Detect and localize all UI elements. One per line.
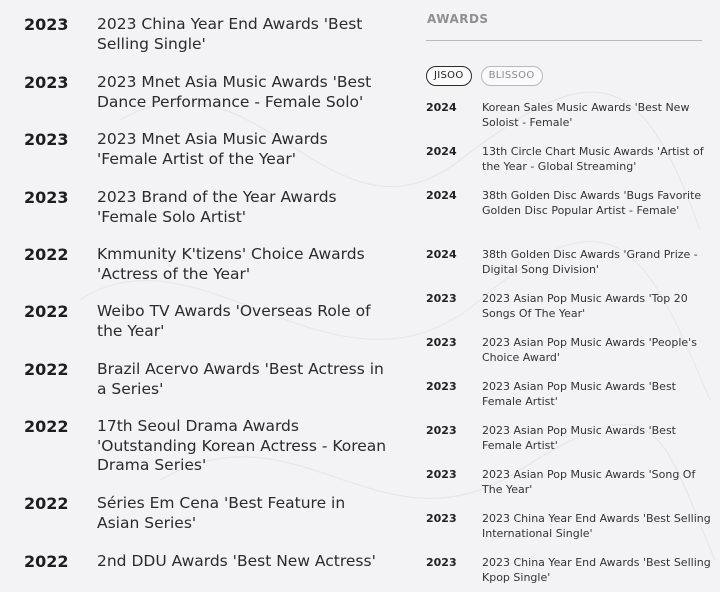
sidebar-award-year: 2024 — [426, 248, 457, 261]
award-year: 2022 — [24, 417, 69, 436]
sidebar-award-title: 38th Golden Disc Awards 'Grand Prize - D… — [482, 248, 698, 276]
sidebar-award-year: 2023 — [426, 512, 457, 525]
award-year: 2023 — [24, 188, 69, 207]
sidebar-award-title: 38th Golden Disc Awards 'Bugs Favorite G… — [482, 189, 702, 217]
award-year: 2022 — [24, 360, 69, 379]
sidebar-award-title: Korean Sales Music Awards 'Best New Solo… — [482, 101, 690, 129]
sidebar-award-year: 2024 — [426, 145, 457, 158]
award-title: Weibo TV Awards 'Overseas Role of the Ye… — [97, 302, 371, 340]
award-title: 2nd DDU Awards 'Best New Actress' — [97, 552, 376, 570]
award-year: 2023 — [24, 73, 69, 92]
sidebar-award-title: 2023 Asian Pop Music Awards 'Best Female… — [482, 424, 676, 452]
sidebar-award-title: 2023 Asian Pop Music Awards 'Top 20 Song… — [482, 292, 688, 320]
sidebar-heading: AWARDS — [427, 12, 489, 26]
award-title: 2023 Brand of the Year Awards 'Female So… — [97, 188, 337, 226]
sidebar-award-year: 2024 — [426, 101, 457, 114]
award-title: Kmmunity K'tizens' Choice Awards 'Actres… — [97, 245, 365, 283]
award-title: 2023 Mnet Asia Music Awards 'Female Arti… — [97, 130, 328, 168]
sidebar-award-year: 2023 — [426, 556, 457, 569]
sidebar-award-year: 2024 — [426, 189, 457, 202]
sidebar-award-title: 2023 China Year End Awards 'Best Selling… — [482, 512, 711, 540]
award-title: Brazil Acervo Awards 'Best Actress in a … — [97, 360, 384, 398]
award-year: 2022 — [24, 302, 69, 321]
award-title: 2023 China Year End Awards 'Best Selling… — [97, 15, 363, 53]
sidebar-award-year: 2023 — [426, 336, 457, 349]
sidebar-award-title: 2023 Asian Pop Music Awards 'Song Of The… — [482, 468, 696, 496]
sidebar-divider — [426, 40, 702, 41]
awards-sidebar: AWARDS JISOO BLISSOO 2024 Korean Sales M… — [400, 0, 720, 592]
sidebar-award-title: 2023 Asian Pop Music Awards 'People's Ch… — [482, 336, 697, 364]
tab-jisoo[interactable]: JISOO — [426, 66, 472, 86]
award-title: Séries Em Cena 'Best Feature in Asian Se… — [97, 494, 346, 532]
sidebar-award-year: 2023 — [426, 292, 457, 305]
sidebar-award-title: 13th Circle Chart Music Awards 'Artist o… — [482, 145, 704, 173]
sidebar-award-year: 2023 — [426, 424, 457, 437]
sidebar-award-year: 2023 — [426, 468, 457, 481]
award-year: 2022 — [24, 245, 69, 264]
award-year: 2022 — [24, 494, 69, 513]
tab-blissoo[interactable]: BLISSOO — [480, 66, 543, 86]
award-year: 2022 — [24, 552, 69, 571]
artist-tabs: JISOO BLISSOO — [426, 63, 547, 86]
awards-list-main: 2023 2023 China Year End Awards 'Best Se… — [0, 0, 400, 592]
award-title: 17th Seoul Drama Awards 'Outstanding Kor… — [97, 417, 387, 474]
sidebar-award-year: 2023 — [426, 380, 457, 393]
award-year: 2023 — [24, 130, 69, 149]
award-title: 2023 Mnet Asia Music Awards 'Best Dance … — [97, 73, 372, 111]
award-year: 2023 — [24, 15, 69, 34]
sidebar-award-title: 2023 China Year End Awards 'Best Selling… — [482, 556, 711, 584]
sidebar-award-title: 2023 Asian Pop Music Awards 'Best Female… — [482, 380, 676, 408]
